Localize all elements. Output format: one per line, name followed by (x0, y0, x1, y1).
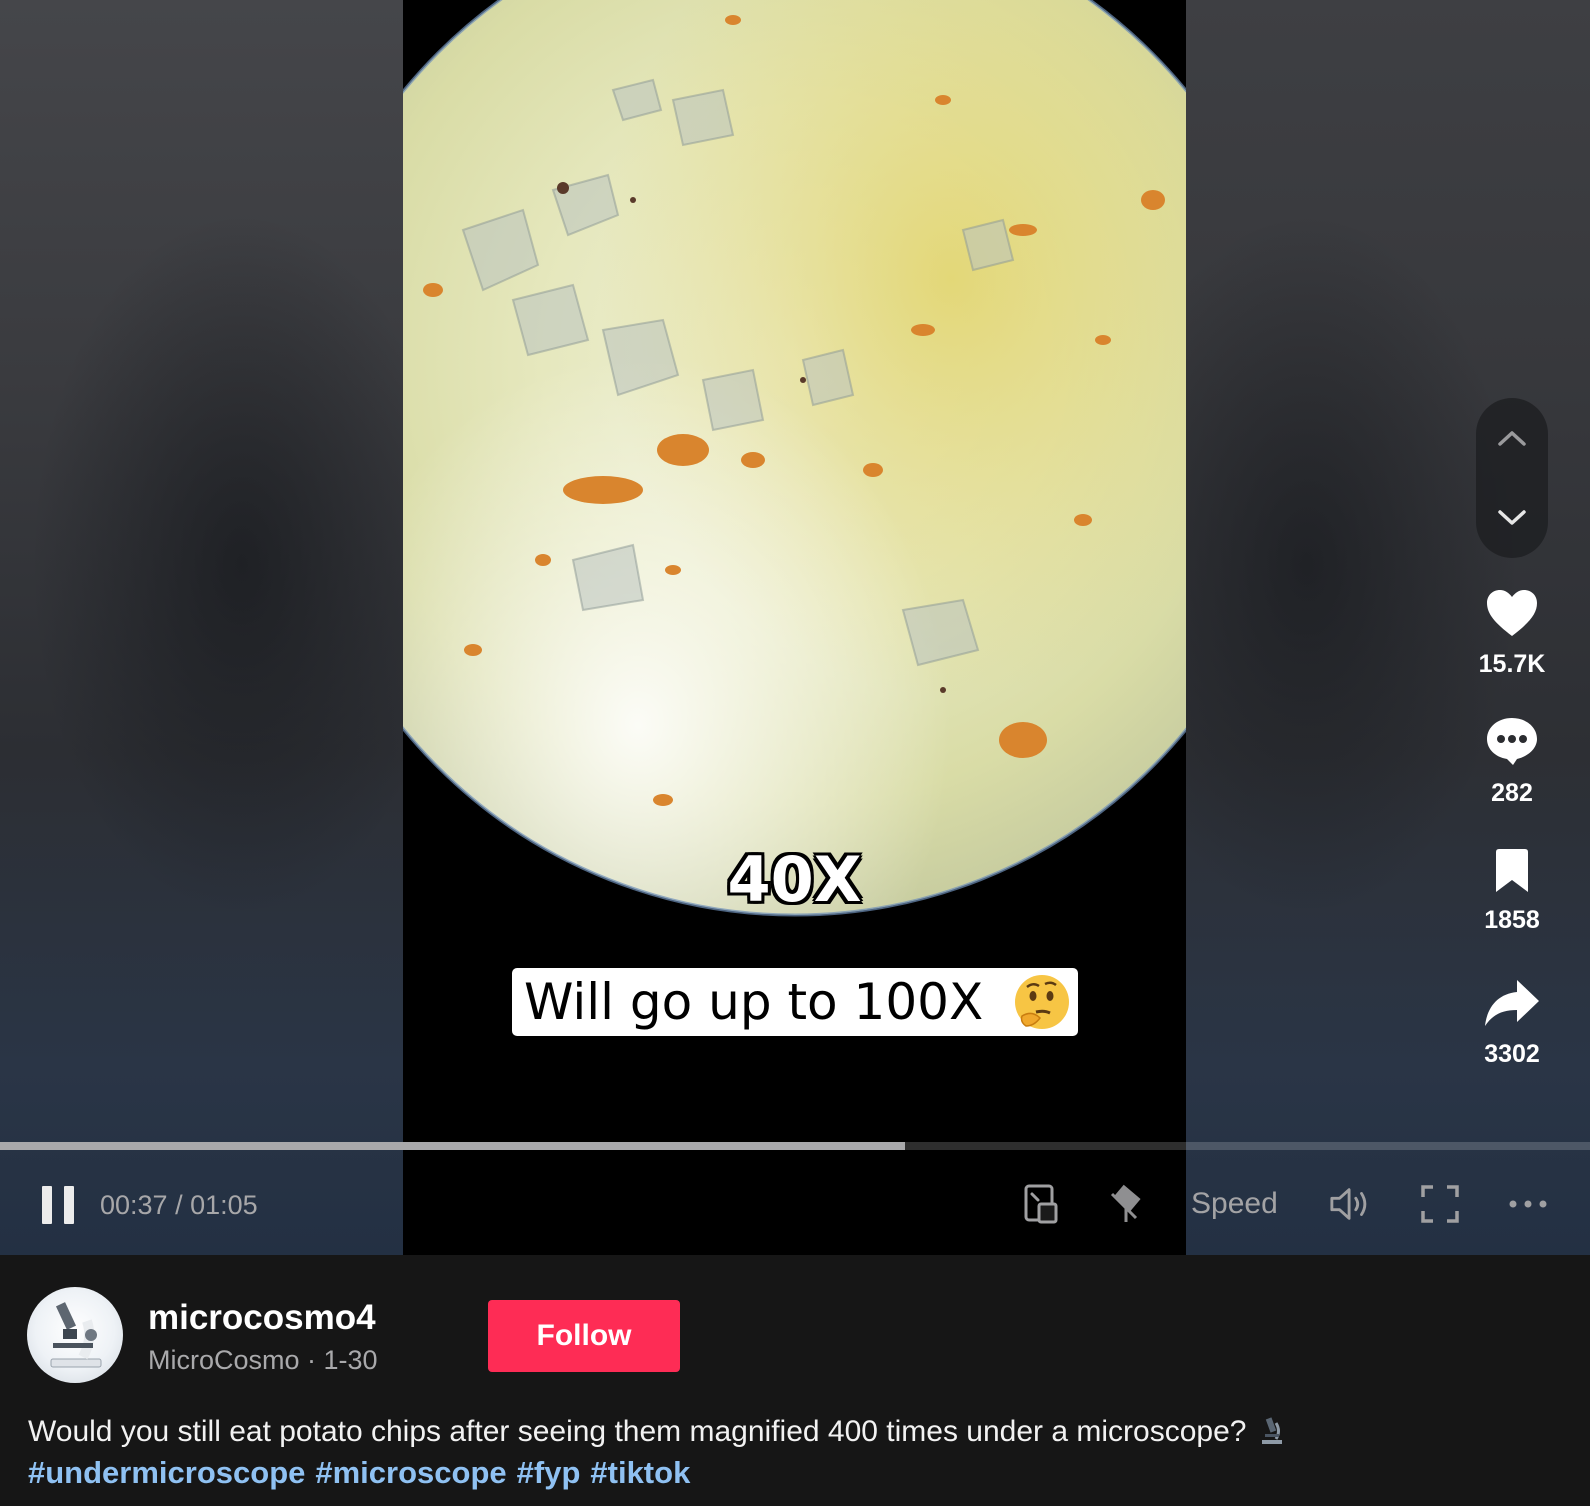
author-meta: MicroCosmo · 1-30 (148, 1345, 378, 1375)
like-count: 15.7K (1478, 650, 1546, 678)
comment-count: 282 (1491, 779, 1533, 807)
heart-icon (1487, 590, 1537, 636)
player-controls: 00:37 / 01:05 Speed (0, 1168, 1590, 1238)
floating-player-icon (1110, 1184, 1141, 1222)
like-button[interactable]: 15.7K (1466, 588, 1558, 679)
caption-box: Will go up to 100X (512, 968, 1078, 1036)
comment-button[interactable]: 282 (1466, 715, 1558, 808)
mini-player-button[interactable] (1019, 1182, 1063, 1226)
progress-fill (0, 1142, 905, 1150)
pause-icon (42, 1186, 52, 1224)
speed-button[interactable]: Speed (1191, 1187, 1278, 1221)
playback-time: 00:37 / 01:05 (100, 1190, 258, 1220)
video-stage[interactable]: 40X Will go up to 100X 15.7K 282 1858 33… (0, 0, 1590, 1255)
share-icon (1485, 980, 1539, 1026)
blurred-backdrop-left (0, 0, 403, 1255)
fullscreen-icon (1421, 1185, 1459, 1223)
save-count: 1858 (1484, 906, 1540, 934)
follow-button[interactable]: Follow (488, 1300, 680, 1372)
caption-text: Will go up to 100X (524, 973, 984, 1031)
hashtag-link[interactable]: #fyp (517, 1455, 581, 1490)
video-frame[interactable]: 40X Will go up to 100X (403, 0, 1186, 1255)
mini-player-icon (1024, 1184, 1058, 1224)
hashtag-link[interactable]: #tiktok (590, 1455, 690, 1490)
floating-player-button[interactable] (1104, 1182, 1148, 1226)
post-description: Would you still eat potato chips after s… (28, 1415, 1285, 1449)
author-username[interactable]: microcosmo4 (148, 1298, 376, 1338)
description-text: Would you still eat potato chips after s… (28, 1415, 1247, 1448)
volume-icon (1330, 1188, 1367, 1220)
thinking-face-emoji (1015, 975, 1069, 1029)
progress-bar[interactable] (0, 1142, 1590, 1150)
next-video-button[interactable] (1476, 482, 1548, 554)
microscope-avatar-image (50, 1302, 102, 1368)
fullscreen-button[interactable] (1418, 1182, 1462, 1226)
share-count: 3302 (1484, 1040, 1540, 1068)
save-button[interactable]: 1858 (1466, 848, 1558, 935)
hashtag-list: #undermicroscope #microscope #fyp #tiktok (28, 1455, 700, 1491)
video-nav-pill (1476, 398, 1548, 558)
microscope-emoji (1261, 1417, 1282, 1444)
chevron-up-icon (1498, 431, 1526, 446)
caption-magnification: 40X (727, 843, 862, 916)
hashtag-link[interactable]: #microscope (315, 1455, 506, 1490)
share-button[interactable]: 3302 (1466, 978, 1558, 1069)
more-options-button[interactable] (1506, 1182, 1550, 1226)
previous-video-button[interactable] (1476, 402, 1548, 474)
hashtag-link[interactable]: #undermicroscope (28, 1455, 305, 1490)
video-info-panel: microcosmo4 MicroCosmo · 1-30 Follow Wou… (0, 1255, 1590, 1506)
volume-button[interactable] (1329, 1182, 1373, 1226)
avatar[interactable] (27, 1287, 123, 1383)
bookmark-icon (1496, 849, 1528, 892)
pause-button[interactable] (42, 1186, 78, 1224)
microscope-view-image (403, 0, 1186, 1255)
more-icon (1509, 1200, 1547, 1208)
chevron-down-icon (1498, 510, 1526, 525)
comment-icon (1487, 718, 1537, 765)
